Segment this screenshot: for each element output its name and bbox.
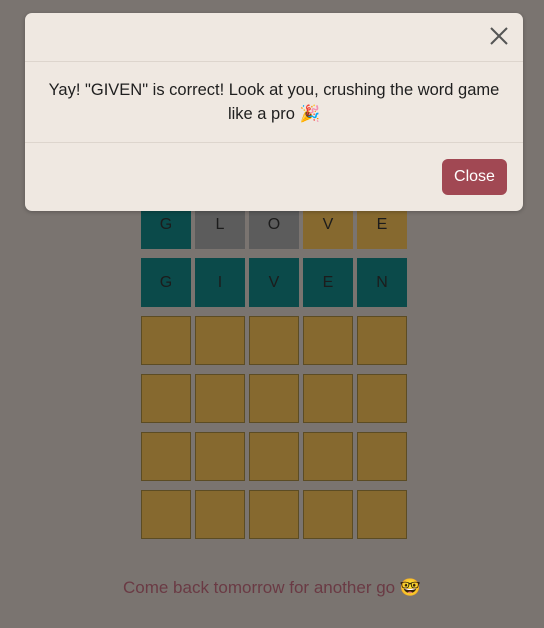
letter-tile: I [195,258,245,307]
letter-tile [195,316,245,365]
letter-tile [249,316,299,365]
letter-tile: G [141,258,191,307]
board-row [141,374,407,423]
board-row [141,316,407,365]
letter-tile [357,374,407,423]
game-board: GLOVEGIVEN [141,200,407,548]
board-row: GIVEN [141,258,407,307]
letter-tile: E [303,258,353,307]
letter-tile [195,374,245,423]
letter-tile [195,432,245,481]
letter-tile [195,490,245,539]
letter-tile [249,490,299,539]
modal-footer: Close [25,143,523,210]
board-row [141,432,407,481]
letter-tile [357,490,407,539]
close-icon[interactable] [488,25,510,47]
letter-tile [357,316,407,365]
modal-header [25,13,523,62]
letter-tile [303,316,353,365]
letter-tile: V [249,258,299,307]
letter-tile [303,432,353,481]
letter-tile: N [357,258,407,307]
letter-tile [303,374,353,423]
footer-message: Come back tomorrow for another go 🤓 [122,578,421,597]
letter-tile [141,316,191,365]
modal-message: Yay! "GIVEN" is correct! Look at you, cr… [25,62,523,143]
letter-tile [249,374,299,423]
letter-tile [249,432,299,481]
letter-tile [303,490,353,539]
letter-tile [357,432,407,481]
board-row [141,490,407,539]
close-button[interactable]: Close [442,159,507,195]
letter-tile [141,490,191,539]
letter-tile [141,432,191,481]
success-modal: Yay! "GIVEN" is correct! Look at you, cr… [25,13,523,211]
letter-tile [141,374,191,423]
